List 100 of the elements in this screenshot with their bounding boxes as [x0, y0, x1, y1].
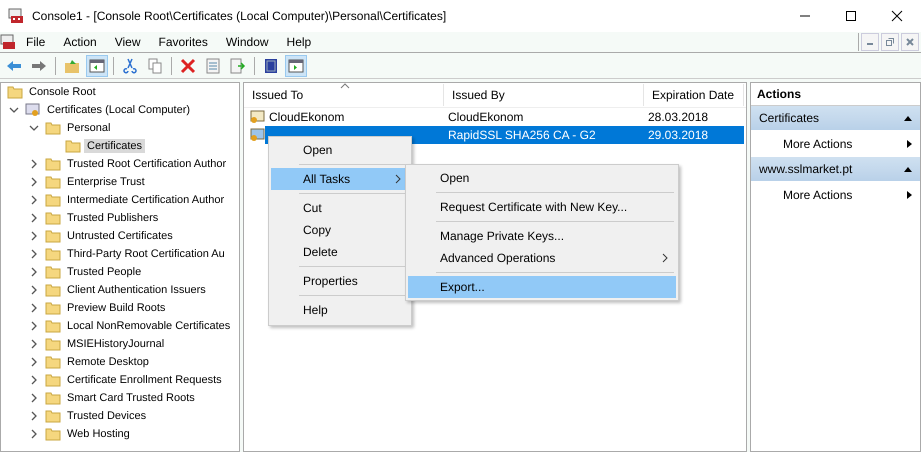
- expand-chevron-icon[interactable]: [29, 375, 39, 385]
- menu-item[interactable]: Cut: [271, 197, 409, 219]
- folder-icon: [65, 138, 81, 154]
- collapse-chevron-icon[interactable]: [9, 105, 19, 115]
- menu-item[interactable]: Advanced Operations: [408, 247, 676, 269]
- table-cell-text: RapidSSL SHA256 CA - G2: [447, 127, 597, 144]
- expand-chevron-icon[interactable]: [29, 339, 39, 349]
- tree-item[interactable]: Personal: [64, 121, 114, 135]
- menu-item[interactable]: Manage Private Keys...: [408, 225, 676, 247]
- tree-item[interactable]: Remote Desktop: [64, 355, 152, 369]
- collapse-chevron-icon[interactable]: [29, 123, 39, 133]
- tree-item[interactable]: Intermediate Certification Author: [64, 193, 228, 207]
- menu-item[interactable]: Properties: [271, 270, 409, 292]
- folder-icon: [45, 174, 61, 190]
- folder-icon: [45, 336, 61, 352]
- menu-item[interactable]: Favorites: [158, 35, 208, 49]
- tree-item[interactable]: Trusted Publishers: [64, 211, 162, 225]
- expand-chevron-icon[interactable]: [29, 249, 39, 259]
- table-cell-text: 28.03.2018: [647, 109, 710, 126]
- folder-icon: [45, 228, 61, 244]
- column-header[interactable]: Expiration Date: [644, 84, 744, 106]
- console-icon: [8, 8, 24, 24]
- folder-icon: [7, 84, 23, 100]
- folder-icon: [45, 156, 61, 172]
- certificate-icon: [249, 127, 265, 143]
- folder-icon: [45, 192, 61, 208]
- restore-icon[interactable]: [881, 33, 899, 51]
- table-cell-text: CloudEkonom: [447, 109, 524, 126]
- menu-item[interactable]: Export...: [408, 276, 676, 298]
- menu-item[interactable]: Action: [63, 35, 97, 49]
- menu-item[interactable]: View: [114, 35, 140, 49]
- menu-item[interactable]: File: [26, 35, 46, 49]
- tree-item[interactable]: Web Hosting: [64, 427, 133, 441]
- expand-chevron-icon[interactable]: [29, 285, 39, 295]
- folder-icon: [45, 300, 61, 316]
- console-icon[interactable]: [0, 34, 16, 50]
- tree-item[interactable]: Preview Build Roots: [64, 301, 168, 315]
- table-cell-text: CloudEkonom: [268, 109, 346, 126]
- tree-item[interactable]: Certificates (Local Computer): [44, 103, 194, 117]
- expand-chevron-icon[interactable]: [29, 195, 39, 205]
- expand-chevron-icon[interactable]: [29, 231, 39, 241]
- submenu-triangle-icon: [907, 190, 912, 198]
- certificate-icon: [249, 109, 265, 125]
- folder-icon: [45, 120, 61, 136]
- tree-item[interactable]: Untrusted Certificates: [64, 229, 176, 243]
- tree-item[interactable]: Client Authentication Issuers: [64, 283, 209, 297]
- tree-item[interactable]: Enterprise Trust: [64, 175, 148, 189]
- menu-item[interactable]: Help: [286, 35, 312, 49]
- action-pane-icon[interactable]: [285, 54, 307, 76]
- tree-item[interactable]: Certificate Enrollment Requests: [64, 373, 225, 387]
- folder-icon: [45, 210, 61, 226]
- expand-chevron-icon[interactable]: [29, 321, 39, 331]
- folder-icon: [45, 372, 61, 388]
- submenu-triangle-icon: [907, 140, 912, 148]
- folder-icon: [45, 264, 61, 280]
- folder-icon: [45, 390, 61, 406]
- window-title: Console1 - [Console Root\Certificates (Local Computer)\Personal\Certificates]: [32, 9, 446, 23]
- expand-chevron-icon[interactable]: [29, 393, 39, 403]
- menu-item[interactable]: Request Certificate with New Key...: [408, 196, 676, 218]
- collapse-triangle-icon: [904, 166, 912, 172]
- expand-chevron-icon[interactable]: [29, 429, 39, 439]
- tree-item[interactable]: Smart Card Trusted Roots: [64, 391, 198, 405]
- expand-chevron-icon[interactable]: [29, 303, 39, 313]
- folder-icon: [45, 246, 61, 262]
- action-link[interactable]: More Actions: [751, 181, 920, 208]
- menu-item[interactable]: Window: [226, 35, 269, 49]
- menu-item[interactable]: Open: [408, 167, 676, 189]
- tree-item[interactable]: Trusted Root Certification Author: [64, 157, 230, 171]
- action-link[interactable]: More Actions: [751, 130, 920, 157]
- menu-item[interactable]: Delete: [271, 241, 409, 263]
- tree-item[interactable]: Console Root: [26, 85, 99, 99]
- expand-chevron-icon[interactable]: [29, 177, 39, 187]
- expand-chevron-icon[interactable]: [29, 267, 39, 277]
- tree-item[interactable]: Third-Party Root Certification Au: [64, 247, 228, 261]
- menu-item[interactable]: Help: [271, 299, 409, 321]
- actions-section-header[interactable]: www.sslmarket.pt: [751, 157, 920, 181]
- expand-chevron-icon[interactable]: [29, 159, 39, 169]
- expand-chevron-icon[interactable]: [29, 213, 39, 223]
- show-tree-icon[interactable]: [86, 54, 108, 76]
- column-header[interactable]: Issued By: [444, 84, 644, 106]
- folder-icon: [45, 408, 61, 424]
- tree-item[interactable]: Trusted Devices: [64, 409, 150, 423]
- column-header[interactable]: Issued To: [244, 84, 444, 106]
- folder-icon: [45, 426, 61, 442]
- folder-icon: [45, 282, 61, 298]
- folder-icon: [45, 318, 61, 334]
- tree-item[interactable]: Trusted People: [64, 265, 144, 279]
- table-cell-text: 29.03.2018: [647, 127, 710, 144]
- tree-item[interactable]: Certificates: [84, 139, 146, 153]
- expand-chevron-icon[interactable]: [29, 357, 39, 367]
- collapse-triangle-icon: [904, 116, 912, 120]
- actions-section-header[interactable]: Certificates: [751, 106, 920, 130]
- menu-item[interactable]: Copy: [271, 219, 409, 241]
- certificate-store-icon: [25, 102, 41, 118]
- close-icon[interactable]: [891, 10, 903, 22]
- expand-chevron-icon[interactable]: [29, 411, 39, 421]
- tree-item[interactable]: Local NonRemovable Certificates: [64, 319, 234, 333]
- folder-icon: [45, 354, 61, 370]
- tree-item[interactable]: MSIEHistoryJournal: [64, 337, 168, 351]
- maximize-icon[interactable]: [845, 10, 857, 22]
